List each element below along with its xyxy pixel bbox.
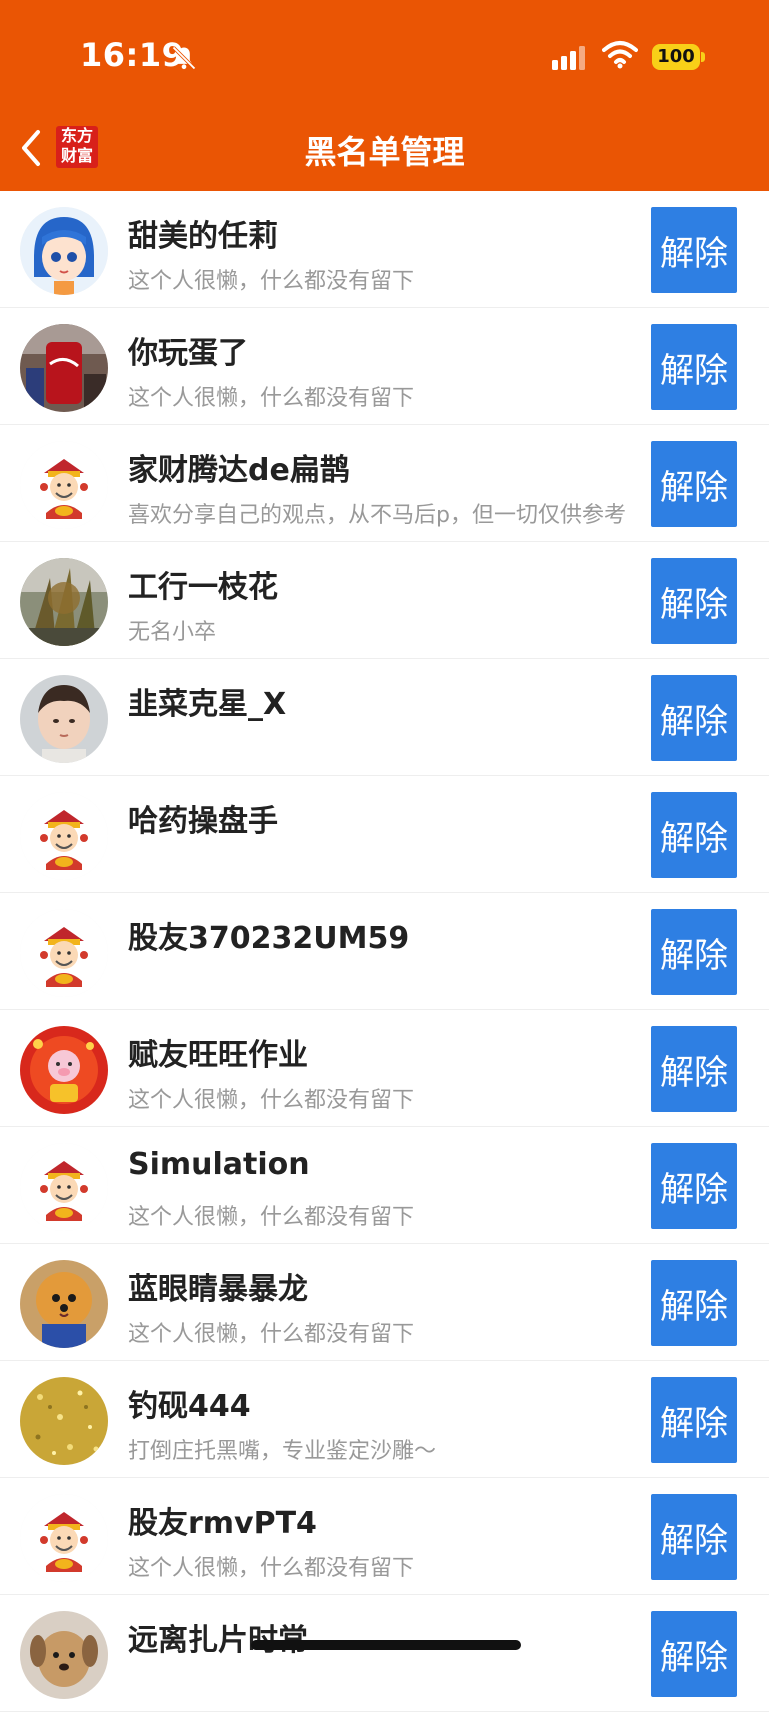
user-name: 钓砚444 [128,1389,251,1424]
unblock-button[interactable]: 解除 [651,1377,737,1463]
blocked-user-row[interactable]: 哈药操盘手 解除 [0,776,769,893]
user-bio: 这个人很懒，什么都没有留下 [128,1556,415,1581]
user-avatar[interactable] [20,441,108,529]
blocked-user-row[interactable]: 家财腾达de扁鹊喜欢分享自己的观点，从不马后p，但一切仅供参考 解除 [0,425,769,542]
user-avatar[interactable] [20,792,108,880]
user-name: 你玩蛋了 [128,336,248,371]
user-name: Simulation [128,1147,310,1182]
user-avatar[interactable] [20,1377,108,1465]
battery-indicator: 100 [652,44,700,70]
page-title: 黑名单管理 [304,133,465,171]
blocked-user-row[interactable]: 甜美的任莉这个人很懒，什么都没有留下 解除 [0,191,769,308]
user-name: 工行一枝花 [128,570,278,605]
blocked-user-row[interactable]: 钓砚444 打倒庄托黑嘴，专业鉴定沙雕～ 解除 [0,1361,769,1478]
user-name: 股友rmvPT4 [128,1506,317,1541]
unblock-button[interactable]: 解除 [651,441,737,527]
user-avatar[interactable] [20,675,108,763]
cellular-signal-icon [552,46,585,70]
blocked-user-row[interactable]: 赋友旺旺作业这个人很懒，什么都没有留下 解除 [0,1010,769,1127]
blocked-user-row[interactable]: 股友rmvPT4 这个人很懒，什么都没有留下 解除 [0,1478,769,1595]
user-bio: 这个人很懒，什么都没有留下 [128,1322,415,1347]
unblock-button[interactable]: 解除 [651,1143,737,1229]
user-avatar[interactable] [20,1494,108,1582]
user-avatar[interactable] [20,1026,108,1114]
user-avatar[interactable] [20,558,108,646]
user-name: 远离扎片时常 [128,1623,308,1658]
blocked-user-row[interactable]: 股友370232UM59 解除 [0,893,769,1010]
user-name: 蓝眼睛暴暴龙 [128,1272,308,1307]
user-name: 股友370232UM59 [128,921,410,956]
user-avatar[interactable] [20,324,108,412]
user-bio: 喜欢分享自己的观点，从不马后p，但一切仅供参考 [128,503,626,528]
unblock-button[interactable]: 解除 [651,207,737,293]
user-bio: 打倒庄托黑嘴，专业鉴定沙雕～ [128,1439,437,1464]
home-indicator[interactable] [251,1640,521,1650]
unblock-button[interactable]: 解除 [651,1611,737,1697]
unblock-button[interactable]: 解除 [651,1260,737,1346]
user-bio: 这个人很懒，什么都没有留下 [128,1205,415,1230]
status-time: 16:19 [80,36,185,74]
user-bio: 这个人很懒，什么都没有留下 [128,1088,415,1113]
user-name: 哈药操盘手 [128,804,278,839]
user-bio: 这个人很懒，什么都没有留下 [128,386,415,411]
user-name: 韭菜克星_X [128,687,287,722]
unblock-button[interactable]: 解除 [651,324,737,410]
app-header: 16:19 100 东方 财富 黑名单管理 [0,0,769,191]
user-avatar[interactable] [20,1260,108,1348]
user-bio: 无名小卒 [128,620,217,645]
user-avatar[interactable] [20,909,108,997]
wifi-icon [602,41,638,69]
blocked-user-row[interactable]: 韭菜克星_X 解除 [0,659,769,776]
user-avatar[interactable] [20,207,108,295]
user-name: 甜美的任莉 [128,219,278,254]
user-avatar[interactable] [20,1143,108,1231]
blocked-user-list: 甜美的任莉 这个人很懒，什么都没有留下 解除 你玩蛋了 这个人很懒，什么都没有留下 解除家… [0,191,769,1712]
unblock-button[interactable]: 解除 [651,558,737,644]
battery-tip [701,52,705,62]
unblock-button[interactable]: 解除 [651,1494,737,1580]
unblock-button[interactable]: 解除 [651,1026,737,1112]
blocked-user-row[interactable]: Simulation 这个人很懒，什么都没有留下 解除 [0,1127,769,1244]
blocked-user-row[interactable]: 远离扎片时常 解除 [0,1595,769,1712]
blocked-user-row[interactable]: 工行一枝花无名小卒 解除 [0,542,769,659]
user-avatar[interactable] [20,1611,108,1699]
blocked-user-row[interactable]: 你玩蛋了这个人很懒，什么都没有留下 解除 [0,308,769,425]
user-name: 赋友旺旺作业 [128,1038,308,1073]
unblock-button[interactable]: 解除 [651,909,737,995]
user-name: 家财腾达de扁鹊 [128,453,350,488]
unblock-button[interactable]: 解除 [651,675,737,761]
bell-muted-icon [172,46,196,70]
blocked-user-row[interactable]: 蓝眼睛暴暴龙这个人很懒，什么都没有留下 解除 [0,1244,769,1361]
user-bio: 这个人很懒，什么都没有留下 [128,269,415,294]
unblock-button[interactable]: 解除 [651,792,737,878]
